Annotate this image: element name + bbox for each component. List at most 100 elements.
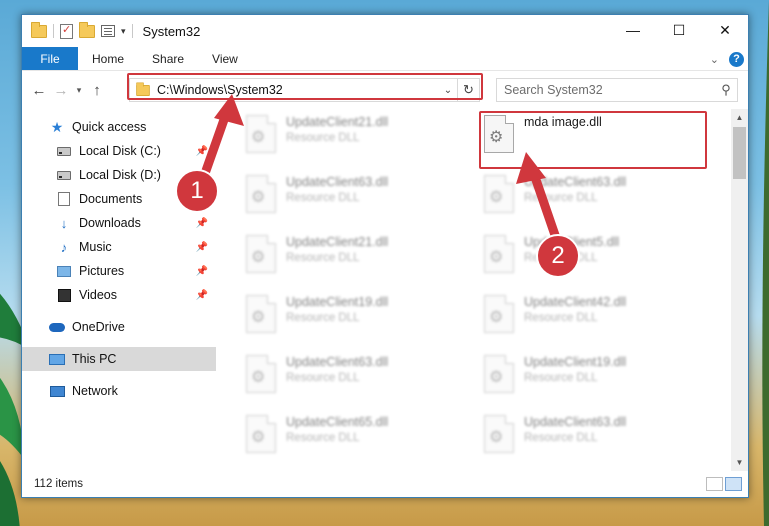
sidebar-item-label: Quick access [72, 120, 147, 134]
file-name: UpdateClient19.dll [286, 295, 389, 309]
sidebar-item-onedrive[interactable]: OneDrive [22, 315, 216, 339]
sidebar-item-label: Music [79, 240, 112, 254]
sidebar-item-label: Local Disk (D:) [79, 168, 161, 182]
sidebar-item-label: This PC [72, 352, 117, 366]
dll-file-icon: ⚙ [480, 413, 516, 457]
new-folder-icon[interactable] [79, 21, 95, 38]
ribbon-tabs: File Home Share View ⌄ ? [22, 47, 748, 71]
sidebar-item-videos[interactable]: Videos 📌 [22, 283, 216, 307]
sidebar-item-label: Network [72, 384, 118, 398]
star-icon: ★ [50, 118, 64, 135]
documents-icon [58, 192, 70, 206]
up-arrow-icon[interactable]: ↑ [86, 82, 108, 99]
dll-file-icon: ⚙ [242, 353, 278, 397]
sidebar-item-downloads[interactable]: ↓ Downloads 📌 [22, 211, 216, 235]
this-pc-icon [49, 353, 65, 365]
sidebar-item-label: Videos [79, 288, 117, 302]
file-name: UpdateClient63.dll [286, 175, 389, 189]
quick-access-toolbar: ▾ [22, 21, 133, 39]
dll-file-icon: ⚙ [480, 293, 516, 337]
large-icons-view-icon[interactable] [725, 477, 742, 491]
file-type: Resource DLL [286, 132, 360, 144]
address-bar-highlight [127, 73, 483, 100]
window-controls: — ☐ ✕ [610, 15, 748, 45]
tab-home[interactable]: Home [78, 47, 138, 70]
file-item[interactable]: ⚙ UpdateClient65.dll Resource DLL [242, 413, 472, 461]
item-count: 112 items [34, 478, 84, 490]
sidebar-item-quick-access[interactable]: ★ Quick access [22, 115, 216, 139]
file-type: Resource DLL [524, 372, 598, 384]
scroll-thumb[interactable] [733, 127, 746, 179]
title-bar: ▾ System32 — ☐ ✕ [22, 15, 748, 47]
folder-icon [31, 21, 47, 38]
scroll-up-icon[interactable]: ▲ [731, 109, 748, 126]
status-bar: 112 items [22, 471, 748, 497]
file-type: Resource DLL [286, 432, 360, 444]
file-type: Resource DLL [524, 312, 598, 324]
file-name: UpdateClient19.dll [524, 355, 627, 369]
file-item[interactable]: ⚙ UpdateClient63.dll Resource DLL [480, 413, 710, 461]
search-input[interactable]: Search System32 ⚲ [496, 78, 738, 102]
file-type: Resource DLL [286, 312, 360, 324]
close-button[interactable]: ✕ [702, 15, 748, 45]
help-icon[interactable]: ? [729, 51, 744, 67]
tab-share[interactable]: Share [138, 47, 198, 70]
sidebar-item-label: Pictures [79, 264, 125, 278]
sidebar-item-label: OneDrive [72, 320, 125, 334]
recent-locations-icon[interactable]: ▾ [72, 85, 86, 96]
sidebar-item-this-pc[interactable]: This PC [22, 347, 216, 371]
maximize-button[interactable]: ☐ [656, 15, 702, 45]
tab-file[interactable]: File [22, 47, 78, 70]
file-item[interactable]: ⚙ UpdateClient63.dll Resource DLL [242, 353, 472, 401]
file-name: UpdateClient65.dll [286, 415, 389, 429]
drive-icon [57, 170, 71, 180]
sidebar-item-pictures[interactable]: Pictures 📌 [22, 259, 216, 283]
drive-icon [57, 146, 71, 156]
file-item[interactable]: ⚙ UpdateClient19.dll Resource DLL [480, 353, 710, 401]
videos-icon [57, 288, 71, 302]
step-1-badge: 1 [175, 169, 219, 213]
sidebar-item-network[interactable]: Network [22, 379, 216, 403]
pictures-icon [57, 265, 71, 277]
vertical-scrollbar[interactable]: ▲ ▼ [731, 109, 748, 471]
file-item[interactable]: ⚙ UpdateClient63.dll Resource DLL [242, 173, 472, 221]
sidebar-item-local-disk-c[interactable]: Local Disk (C:) 📌 [22, 139, 216, 163]
onedrive-icon [49, 322, 65, 332]
network-icon [49, 385, 65, 397]
downloads-icon: ↓ [60, 215, 68, 231]
chevron-down-icon[interactable]: ▾ [121, 26, 126, 37]
dll-file-icon: ⚙ [480, 353, 516, 397]
file-name: UpdateClient42.dll [524, 295, 627, 309]
file-item[interactable]: ⚙ UpdateClient19.dll Resource DLL [242, 293, 472, 341]
sidebar-item-music[interactable]: ♪ Music 📌 [22, 235, 216, 259]
file-type: Resource DLL [524, 432, 598, 444]
details-view-icon[interactable] [706, 477, 723, 491]
navigation-pane: ★ Quick access Local Disk (C:) 📌 Local D… [22, 109, 216, 471]
file-item[interactable]: ⚙ UpdateClient21.dll Resource DLL [242, 113, 472, 161]
forward-arrow-icon[interactable]: → [50, 82, 72, 99]
file-type: Resource DLL [286, 372, 360, 384]
search-icon[interactable]: ⚲ [715, 82, 737, 98]
file-item[interactable]: ⚙ UpdateClient42.dll Resource DLL [480, 293, 710, 341]
back-arrow-icon[interactable]: ← [28, 82, 50, 99]
search-placeholder[interactable]: Search System32 [504, 83, 715, 97]
minimize-button[interactable]: — [610, 15, 656, 45]
dll-file-icon: ⚙ [480, 173, 516, 217]
pin-icon: 📌 [195, 265, 208, 277]
file-item[interactable]: ⚙ UpdateClient21.dll Resource DLL [242, 233, 472, 281]
sidebar-item-label: Local Disk (C:) [79, 144, 161, 158]
view-icon[interactable] [101, 25, 115, 37]
pin-icon: 📌 [195, 289, 208, 301]
dll-file-icon: ⚙ [242, 413, 278, 457]
sidebar-item-label: Downloads [79, 216, 141, 230]
expand-ribbon-icon[interactable]: ⌄ [710, 53, 719, 66]
tab-view[interactable]: View [198, 47, 252, 70]
file-name: UpdateClient63.dll [524, 415, 627, 429]
properties-icon[interactable] [60, 23, 73, 39]
window-title: System32 [142, 23, 201, 39]
scroll-down-icon[interactable]: ▼ [731, 454, 748, 471]
dll-file-icon: ⚙ [242, 233, 278, 277]
file-name: UpdateClient21.dll [286, 115, 389, 129]
dll-file-icon: ⚙ [480, 233, 516, 277]
sidebar-item-label: Documents [79, 192, 143, 206]
